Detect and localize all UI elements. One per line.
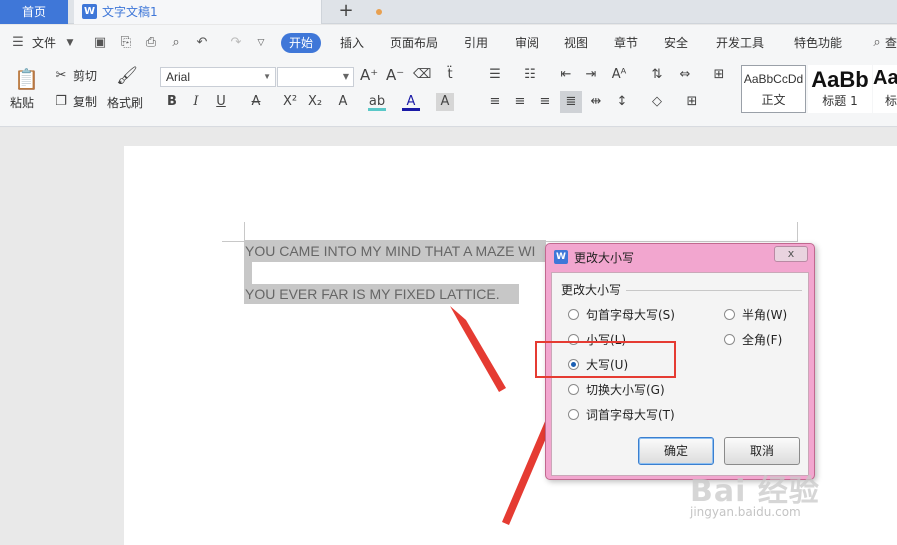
radio-icon[interactable] — [568, 384, 579, 395]
close-button[interactable]: x — [774, 246, 808, 262]
annotation-highlight-box — [535, 341, 676, 378]
arrow-to-text — [450, 306, 506, 392]
radio-icon[interactable] — [568, 309, 579, 320]
group-divider — [626, 290, 802, 291]
cancel-button[interactable]: 取消 — [724, 437, 800, 465]
option-label: 句首字母大写(S) — [586, 308, 675, 322]
watermark-logo: Bai 经验 — [690, 474, 820, 509]
ok-button[interactable]: 确定 — [638, 437, 714, 465]
option-label: 切换大小写(G) — [586, 383, 665, 397]
radio-icon[interactable] — [568, 409, 579, 420]
wps-writer-icon: W — [554, 250, 568, 264]
dialog-title: 更改大小写 — [574, 251, 635, 265]
option-label: 词首字母大写(T) — [586, 408, 675, 422]
option-label: 全角(F) — [742, 333, 783, 347]
radio-icon[interactable] — [724, 334, 735, 345]
group-label: 更改大小写 — [561, 283, 622, 297]
option-label: 半角(W) — [742, 308, 788, 322]
watermark-url: jingyan.baidu.com — [690, 505, 801, 519]
radio-icon[interactable] — [724, 309, 735, 320]
